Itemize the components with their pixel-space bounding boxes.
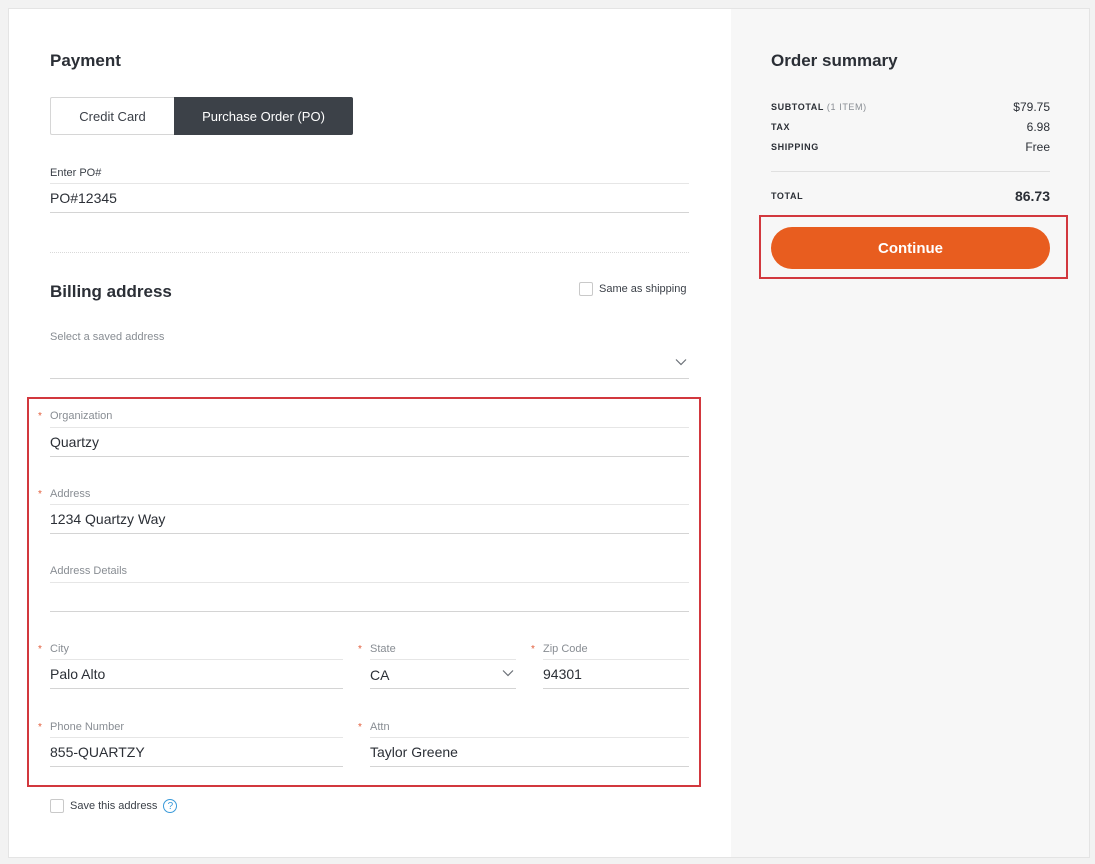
city-field: * City: [38, 643, 343, 689]
tax-label: TAX: [771, 122, 791, 132]
subtotal-label: SUBTOTAL (1 ITEM): [771, 102, 867, 112]
attn-field: * Attn: [358, 721, 689, 767]
same-as-shipping-option[interactable]: Same as shipping: [579, 282, 686, 296]
attn-label: Attn: [370, 721, 390, 733]
city-input[interactable]: [50, 659, 343, 689]
required-marker: *: [38, 411, 42, 422]
address-input[interactable]: [50, 504, 689, 534]
payment-billing-panel: Payment Credit Card Purchase Order (PO) …: [9, 9, 731, 857]
po-number-label: Enter PO#: [50, 167, 102, 179]
required-marker: *: [38, 489, 42, 500]
city-label: City: [50, 643, 69, 655]
saved-address-label: Select a saved address: [50, 331, 165, 343]
save-address-label: Save this address: [70, 800, 158, 812]
required-marker: *: [358, 644, 362, 655]
subtotal-row: SUBTOTAL (1 ITEM) $79.75: [771, 100, 1050, 114]
required-marker: *: [358, 722, 362, 733]
subtotal-label-text: SUBTOTAL: [771, 102, 824, 112]
total-value: 86.73: [1014, 188, 1050, 204]
order-summary-panel: Order summary SUBTOTAL (1 ITEM) $79.75 T…: [731, 9, 1089, 857]
po-number-input[interactable]: [50, 183, 689, 213]
state-select[interactable]: CA: [370, 659, 516, 689]
total-label: TOTAL: [771, 191, 804, 201]
zip-code-field: * Zip Code: [531, 643, 689, 689]
required-marker: *: [531, 644, 535, 655]
state-label: State: [370, 643, 396, 655]
payment-title: Payment: [50, 51, 121, 70]
zip-code-input[interactable]: [543, 659, 689, 689]
address-details-field: Address Details: [50, 565, 689, 612]
tax-value: 6.98: [1026, 120, 1050, 134]
order-summary-title: Order summary: [771, 51, 898, 70]
same-as-shipping-checkbox[interactable]: [579, 282, 593, 296]
subtotal-value: $79.75: [1013, 100, 1050, 114]
billing-address-title: Billing address: [50, 282, 172, 301]
required-marker: *: [38, 644, 42, 655]
save-address-option[interactable]: Save this address ?: [50, 799, 178, 813]
help-icon[interactable]: ?: [163, 799, 178, 813]
shipping-value: Free: [1025, 140, 1050, 154]
total-row: TOTAL 86.73: [771, 188, 1050, 204]
section-divider: [50, 252, 689, 253]
subtotal-item-count: (1 ITEM): [826, 102, 867, 112]
phone-number-input[interactable]: [50, 737, 343, 767]
saved-address-select[interactable]: Select a saved address: [50, 331, 689, 379]
po-number-field: Enter PO#: [50, 167, 689, 213]
chevron-down-icon: [675, 359, 687, 366]
tab-credit-card[interactable]: Credit Card: [50, 97, 174, 135]
tab-purchase-order[interactable]: Purchase Order (PO): [174, 97, 353, 135]
shipping-row: SHIPPING Free: [771, 140, 1050, 154]
required-marker: *: [38, 722, 42, 733]
attn-input[interactable]: [370, 737, 689, 767]
address-field: * Address: [38, 488, 689, 534]
organization-field: * Organization: [38, 410, 689, 457]
organization-label: Organization: [50, 410, 113, 422]
chevron-down-icon: [502, 670, 514, 677]
tax-row: TAX 6.98: [771, 120, 1050, 134]
shipping-label: SHIPPING: [771, 142, 819, 152]
save-address-checkbox[interactable]: [50, 799, 64, 813]
phone-number-field: * Phone Number: [38, 721, 343, 767]
address-details-input[interactable]: [50, 582, 689, 612]
payment-method-tabs: Credit Card Purchase Order (PO): [50, 97, 353, 135]
organization-input[interactable]: [50, 427, 689, 457]
same-as-shipping-label: Same as shipping: [599, 283, 687, 295]
phone-number-label: Phone Number: [50, 721, 124, 733]
summary-divider: [771, 171, 1050, 172]
address-details-label: Address Details: [50, 565, 128, 577]
zip-code-label: Zip Code: [543, 643, 588, 655]
checkout-page: Payment Credit Card Purchase Order (PO) …: [8, 8, 1090, 858]
state-field[interactable]: * State CA: [358, 643, 516, 689]
continue-button[interactable]: Continue: [771, 227, 1050, 269]
address-label: Address: [50, 488, 91, 500]
